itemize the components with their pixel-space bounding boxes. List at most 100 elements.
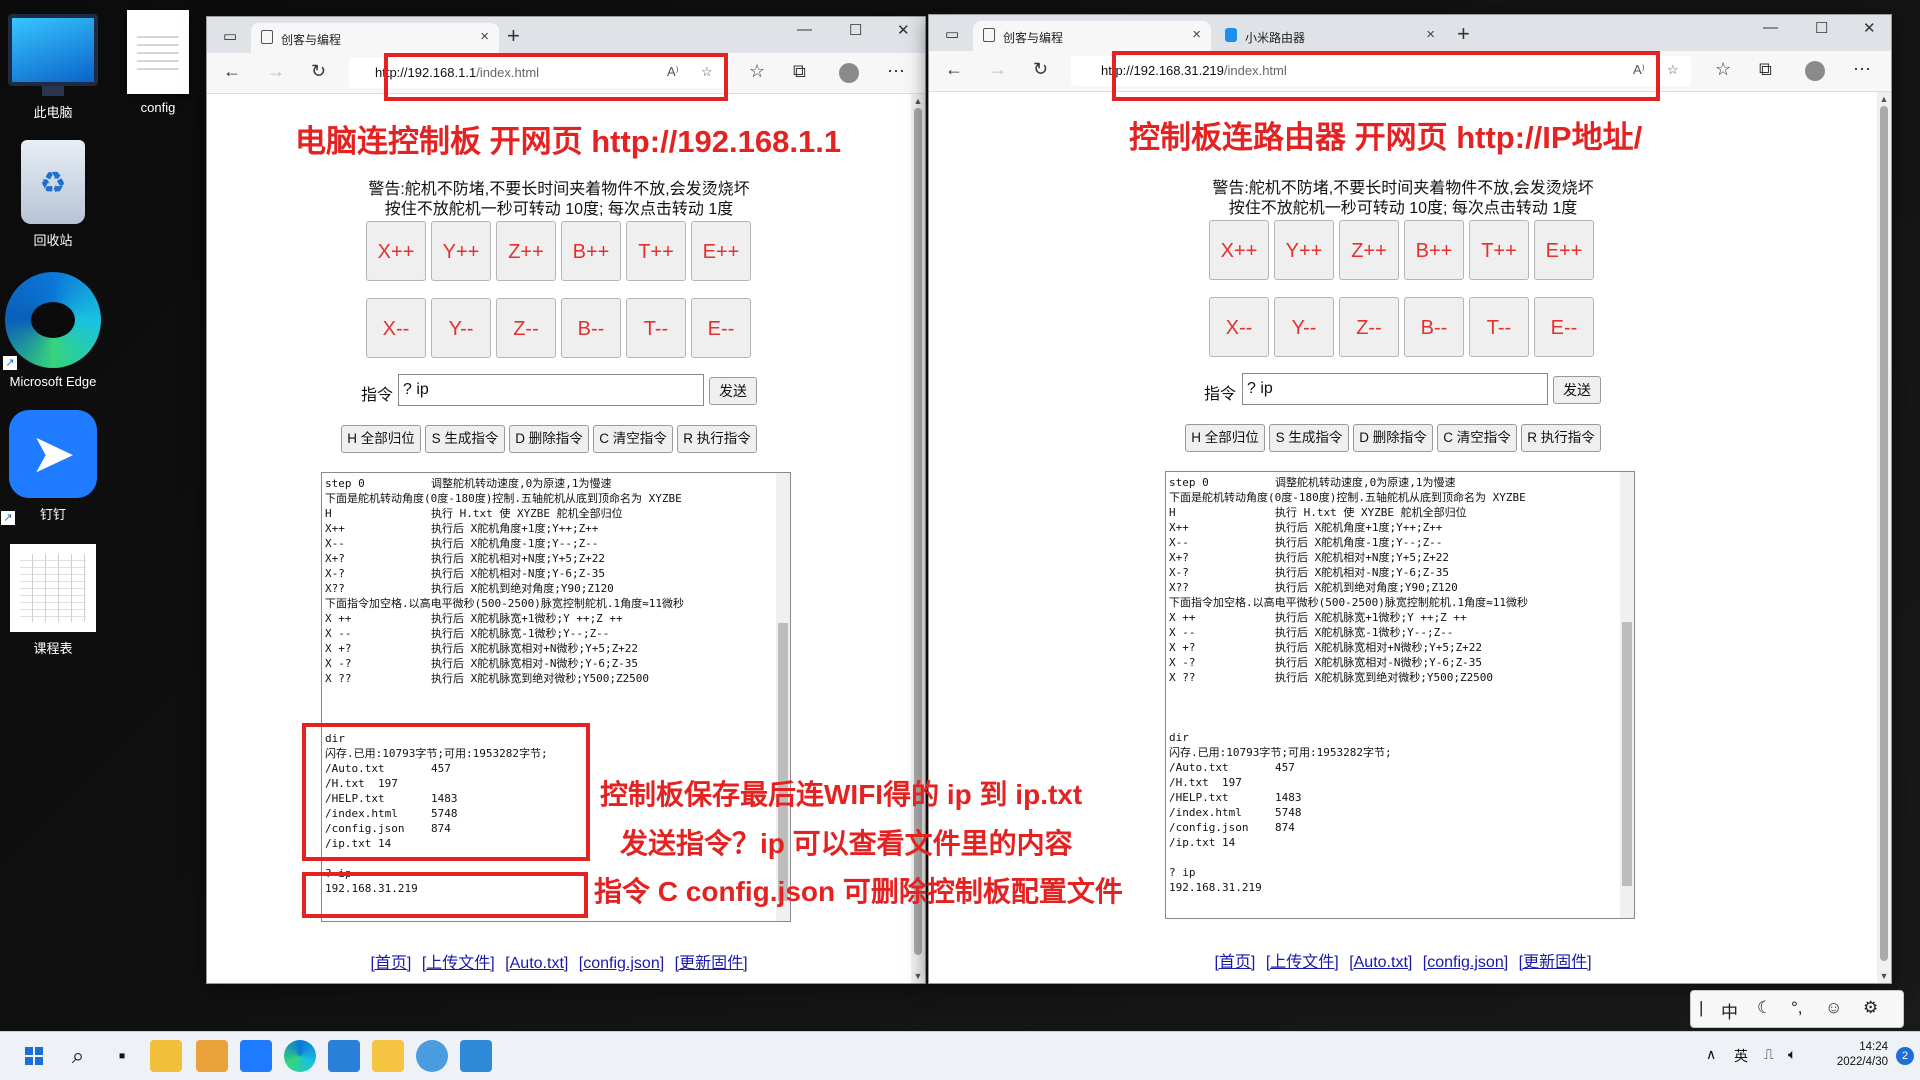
close-window-icon[interactable]: ✕ <box>897 21 910 39</box>
forward-icon[interactable]: → <box>267 61 285 82</box>
page-scrollbar[interactable]: ▲ ▼ <box>1877 92 1891 983</box>
app-icon-2[interactable] <box>196 1040 228 1072</box>
y-plus-button[interactable]: Y++ <box>1274 220 1334 280</box>
z-plus-button[interactable]: Z++ <box>1339 220 1399 280</box>
minimize-icon[interactable]: — <box>797 21 812 38</box>
e-plus-button[interactable]: E++ <box>691 221 751 281</box>
start-windows-icon[interactable] <box>18 1040 50 1072</box>
minimize-icon[interactable]: — <box>1763 19 1778 36</box>
command-input[interactable]: ? ip <box>1242 373 1548 405</box>
t-minus-button[interactable]: T-- <box>1469 297 1529 357</box>
more-menu-icon[interactable]: ⋯ <box>887 61 905 82</box>
new-tab-icon[interactable]: + <box>1457 21 1470 47</box>
x-plus-button[interactable]: X++ <box>366 221 426 281</box>
send-button[interactable]: 发送 <box>1553 376 1601 404</box>
home-all-button[interactable]: H 全部归位 <box>1185 424 1265 452</box>
back-icon[interactable]: ← <box>223 61 241 82</box>
textarea-scrollbar[interactable] <box>1620 472 1634 918</box>
new-tab-icon[interactable]: + <box>507 23 520 49</box>
run-command-button[interactable]: R 执行指令 <box>1521 424 1601 452</box>
globe-app-icon[interactable] <box>416 1040 448 1072</box>
output-textarea[interactable]: step 0 调整舵机转动速度,0为原速,1为慢速 下面是舵机转动角度(0度-1… <box>1165 471 1635 919</box>
tray-language[interactable]: 英 <box>1734 1046 1748 1066</box>
desktop-icon-schedule[interactable]: 课程表 <box>3 544 103 657</box>
link-upload[interactable]: [上传文件] <box>422 955 495 972</box>
tab-active[interactable]: 创客与编程 × <box>973 21 1211 51</box>
ime-mode-toggle[interactable]: 中 <box>1721 998 1738 1023</box>
t-plus-button[interactable]: T++ <box>626 221 686 281</box>
notification-badge[interactable]: 2 <box>1896 1047 1914 1065</box>
desktop-icon-config[interactable]: config <box>108 10 208 115</box>
settings-gear-icon[interactable]: ⚙ <box>1863 998 1878 1018</box>
collections-icon[interactable]: ⧉ <box>1759 59 1772 80</box>
app-icon-1[interactable] <box>150 1040 182 1072</box>
b-minus-button[interactable]: B-- <box>1404 297 1464 357</box>
command-input[interactable]: ? ip <box>398 374 704 406</box>
desktop-icon-recycle-bin[interactable]: ♻ 回收站 <box>3 140 103 249</box>
favorites-icon[interactable]: ☆ <box>749 61 765 82</box>
moon-icon[interactable]: ☾ <box>1757 998 1772 1018</box>
link-auto-txt[interactable]: [Auto.txt] <box>505 955 568 972</box>
delete-command-button[interactable]: D 删除指令 <box>1353 424 1433 452</box>
link-home[interactable]: [首页] <box>1214 954 1255 971</box>
scroll-down-icon[interactable]: ▼ <box>911 971 925 981</box>
desktop-icon-dingtalk[interactable]: ➤ ↗ 钉钉 <box>1 410 103 525</box>
link-config-json[interactable]: [config.json] <box>579 955 664 972</box>
close-tab-icon[interactable]: × <box>1192 26 1201 43</box>
tab-actions-icon[interactable]: ▭ <box>945 25 959 43</box>
favorite-star-icon[interactable]: ☆ <box>1667 62 1679 78</box>
t-minus-button[interactable]: T-- <box>626 298 686 358</box>
tab-active[interactable]: 创客与编程 × <box>251 23 499 53</box>
forward-icon[interactable]: → <box>989 59 1007 80</box>
clear-command-button[interactable]: C 清空指令 <box>1437 424 1517 452</box>
punctuation-icon[interactable]: °, <box>1791 998 1803 1018</box>
link-home[interactable]: [首页] <box>370 955 411 972</box>
e-minus-button[interactable]: E-- <box>691 298 751 358</box>
y-minus-button[interactable]: Y-- <box>1274 297 1334 357</box>
scroll-up-icon[interactable]: ▲ <box>1877 94 1891 104</box>
link-auto-txt[interactable]: [Auto.txt] <box>1349 954 1412 971</box>
delete-command-button[interactable]: D 删除指令 <box>509 425 589 453</box>
volume-icon[interactable]: 🔈︎ <box>1788 1046 1796 1063</box>
e-minus-button[interactable]: E-- <box>1534 297 1594 357</box>
b-minus-button[interactable]: B-- <box>561 298 621 358</box>
link-upload[interactable]: [上传文件] <box>1266 954 1339 971</box>
collections-icon[interactable]: ⧉ <box>793 61 806 82</box>
z-plus-button[interactable]: Z++ <box>496 221 556 281</box>
scroll-thumb[interactable] <box>1880 106 1888 961</box>
clear-command-button[interactable]: C 清空指令 <box>593 425 673 453</box>
close-tab-icon[interactable]: × <box>480 28 489 45</box>
y-plus-button[interactable]: Y++ <box>431 221 491 281</box>
home-all-button[interactable]: H 全部归位 <box>341 425 421 453</box>
tab-router[interactable]: 小米路由器 × <box>1215 21 1445 51</box>
scroll-thumb[interactable] <box>1622 622 1632 886</box>
refresh-icon[interactable]: ↻ <box>1033 59 1048 80</box>
photos-icon[interactable] <box>460 1040 492 1072</box>
maximize-icon[interactable]: ☐ <box>849 21 862 39</box>
generate-command-button[interactable]: S 生成指令 <box>425 425 505 453</box>
ime-handle-icon[interactable]: | <box>1699 998 1703 1018</box>
task-view-icon[interactable]: ▪ <box>106 1040 138 1072</box>
refresh-icon[interactable]: ↻ <box>311 61 326 82</box>
profile-avatar[interactable] <box>839 63 859 83</box>
back-icon[interactable]: ← <box>945 59 963 80</box>
file-explorer-icon[interactable] <box>372 1040 404 1072</box>
y-minus-button[interactable]: Y-- <box>431 298 491 358</box>
notepad-icon[interactable] <box>328 1040 360 1072</box>
t-plus-button[interactable]: T++ <box>1469 220 1529 280</box>
clock[interactable]: 14:24 2022/4/30 <box>1837 1040 1888 1070</box>
favorites-icon[interactable]: ☆ <box>1715 59 1731 80</box>
z-minus-button[interactable]: Z-- <box>496 298 556 358</box>
edge-taskbar-icon[interactable] <box>284 1040 316 1072</box>
search-icon[interactable]: ⌕ <box>62 1040 94 1072</box>
emoji-icon[interactable]: ☺ <box>1825 998 1842 1018</box>
close-tab-icon[interactable]: × <box>1426 26 1435 43</box>
link-config-json[interactable]: [config.json] <box>1423 954 1508 971</box>
desktop-icon-edge[interactable]: ↗ Microsoft Edge <box>0 272 113 389</box>
tray-chevron-icon[interactable]: ∧ <box>1706 1046 1716 1063</box>
z-minus-button[interactable]: Z-- <box>1339 297 1399 357</box>
run-command-button[interactable]: R 执行指令 <box>677 425 757 453</box>
x-plus-button[interactable]: X++ <box>1209 220 1269 280</box>
close-window-icon[interactable]: ✕ <box>1863 19 1876 37</box>
x-minus-button[interactable]: X-- <box>366 298 426 358</box>
